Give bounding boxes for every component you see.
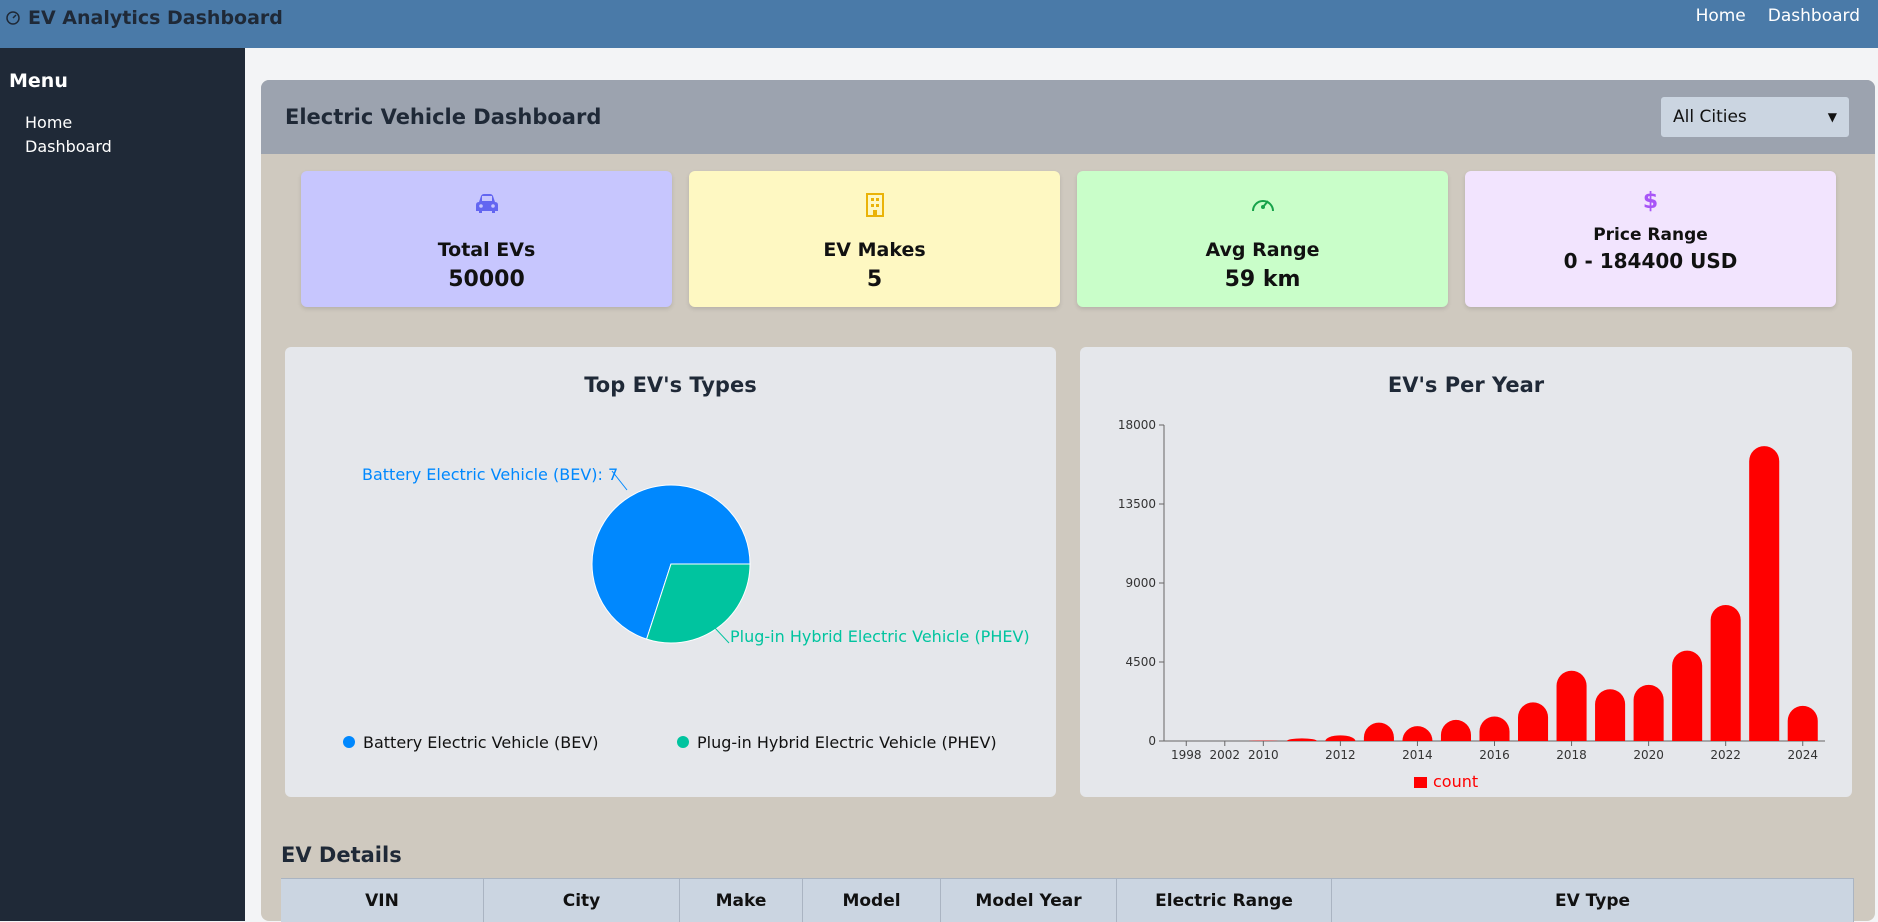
pie-label-leader bbox=[715, 628, 729, 643]
bar[interactable] bbox=[1711, 605, 1741, 741]
bar-chart: 0 4500 9000 13500 18000 1998 2002 2010 2012 2014 2… bbox=[1080, 347, 1852, 797]
column-header[interactable]: Model bbox=[803, 879, 941, 922]
ev-details-table-header: VINCityMakeModelModel YearElectric Range… bbox=[281, 878, 1854, 922]
bar[interactable] bbox=[1634, 685, 1664, 741]
main-content: Electric Vehicle Dashboard All Cities ▼ … bbox=[245, 48, 1878, 921]
stat-card-ev-makes: EV Makes 5 bbox=[689, 171, 1060, 307]
details-title: EV Details bbox=[281, 843, 402, 867]
stat-label: EV Makes bbox=[689, 239, 1060, 261]
stat-card-avg-range: Avg Range 59 km bbox=[1077, 171, 1448, 307]
dashboard-icon bbox=[6, 11, 20, 25]
x-tick-label: 2022 bbox=[1710, 748, 1741, 762]
legend-label[interactable]: count bbox=[1433, 772, 1478, 791]
legend-label[interactable]: Plug-in Hybrid Electric Vehicle (PHEV) bbox=[697, 733, 997, 752]
bar[interactable] bbox=[1518, 702, 1548, 741]
column-header[interactable]: EV Type bbox=[1332, 879, 1854, 922]
nav-link-dashboard[interactable]: Dashboard bbox=[1768, 6, 1860, 26]
building-icon bbox=[864, 193, 886, 217]
bar[interactable] bbox=[1364, 723, 1394, 741]
chevron-down-icon: ▼ bbox=[1828, 110, 1837, 124]
bar[interactable] bbox=[1788, 706, 1818, 741]
nav-link-home[interactable]: Home bbox=[1696, 6, 1746, 26]
speedometer-icon bbox=[1250, 193, 1276, 215]
x-tick-label: 2012 bbox=[1325, 748, 1356, 762]
top-nav-links: Home Dashboard bbox=[1696, 6, 1860, 26]
x-tick-label: 2014 bbox=[1402, 748, 1433, 762]
brand[interactable]: EV Analytics Dashboard bbox=[6, 6, 283, 30]
bar[interactable] bbox=[1749, 446, 1779, 741]
column-header[interactable]: VIN bbox=[281, 879, 484, 922]
pie-label: Plug-in Hybrid Electric Vehicle (PHEV) bbox=[730, 627, 1030, 646]
pie-chart: Battery Electric Vehicle (BEV): 7 Plug-in… bbox=[285, 347, 1056, 797]
car-icon bbox=[474, 193, 500, 215]
brand-title: EV Analytics Dashboard bbox=[28, 7, 283, 29]
stat-value: 59 km bbox=[1077, 267, 1448, 292]
stat-card-total-evs: Total EVs 50000 bbox=[301, 171, 672, 307]
sidebar-title: Menu bbox=[9, 70, 68, 92]
legend-label[interactable]: Battery Electric Vehicle (BEV) bbox=[363, 733, 599, 752]
dollar-icon: $ bbox=[1643, 189, 1658, 213]
stat-value: 5 bbox=[689, 267, 1060, 292]
column-header[interactable]: Model Year bbox=[941, 879, 1117, 922]
stat-value: 0 - 184400 USD bbox=[1465, 249, 1836, 273]
stat-card-price-range: $ Price Range 0 - 184400 USD bbox=[1465, 171, 1836, 307]
column-header[interactable]: Electric Range bbox=[1117, 879, 1332, 922]
x-tick-label: 2010 bbox=[1248, 748, 1279, 762]
bar-chart-card: EV's Per Year 04500900013500180001998200… bbox=[1080, 347, 1852, 797]
y-tick-label: 4500 bbox=[1125, 655, 1156, 669]
pie-label: Battery Electric Vehicle (BEV): 7 bbox=[362, 465, 618, 484]
legend-marker bbox=[1414, 777, 1427, 788]
legend-marker bbox=[677, 736, 689, 748]
page-title: Electric Vehicle Dashboard bbox=[285, 105, 601, 129]
column-header[interactable]: City bbox=[484, 879, 680, 922]
y-tick-label: 18000 bbox=[1118, 418, 1156, 432]
sidebar-item-dashboard[interactable]: Dashboard bbox=[25, 137, 112, 156]
stat-value: 50000 bbox=[301, 267, 672, 292]
bar[interactable] bbox=[1325, 735, 1355, 741]
bar[interactable] bbox=[1557, 671, 1587, 741]
stat-label: Avg Range bbox=[1077, 239, 1448, 261]
legend-marker bbox=[343, 736, 355, 748]
y-tick-label: 0 bbox=[1148, 734, 1156, 748]
bar[interactable] bbox=[1672, 651, 1702, 741]
sidebar-item-home[interactable]: Home bbox=[25, 113, 72, 132]
x-tick-label: 2002 bbox=[1210, 748, 1241, 762]
bar[interactable] bbox=[1402, 726, 1432, 741]
top-navbar: EV Analytics Dashboard Home Dashboard bbox=[0, 0, 1878, 48]
y-tick-label: 13500 bbox=[1118, 497, 1156, 511]
city-filter-select[interactable]: All Cities ▼ bbox=[1660, 96, 1850, 138]
bar[interactable] bbox=[1479, 716, 1509, 741]
bar[interactable] bbox=[1595, 689, 1625, 741]
x-tick-label: 2018 bbox=[1556, 748, 1587, 762]
sidebar: Menu Home Dashboard bbox=[0, 48, 245, 921]
x-tick-label: 2020 bbox=[1633, 748, 1664, 762]
stat-label: Total EVs bbox=[301, 239, 672, 261]
x-tick-label: 2024 bbox=[1787, 748, 1818, 762]
stat-label: Price Range bbox=[1465, 225, 1836, 245]
x-tick-label: 2016 bbox=[1479, 748, 1510, 762]
bar[interactable] bbox=[1287, 738, 1317, 741]
pie-chart-card: Top EV's Types Battery Electric Vehicle … bbox=[285, 347, 1056, 797]
y-tick-label: 9000 bbox=[1125, 576, 1156, 590]
x-tick-label: 1998 bbox=[1171, 748, 1202, 762]
city-filter-value: All Cities bbox=[1673, 107, 1747, 127]
column-header[interactable]: Make bbox=[680, 879, 803, 922]
bar[interactable] bbox=[1441, 720, 1471, 741]
